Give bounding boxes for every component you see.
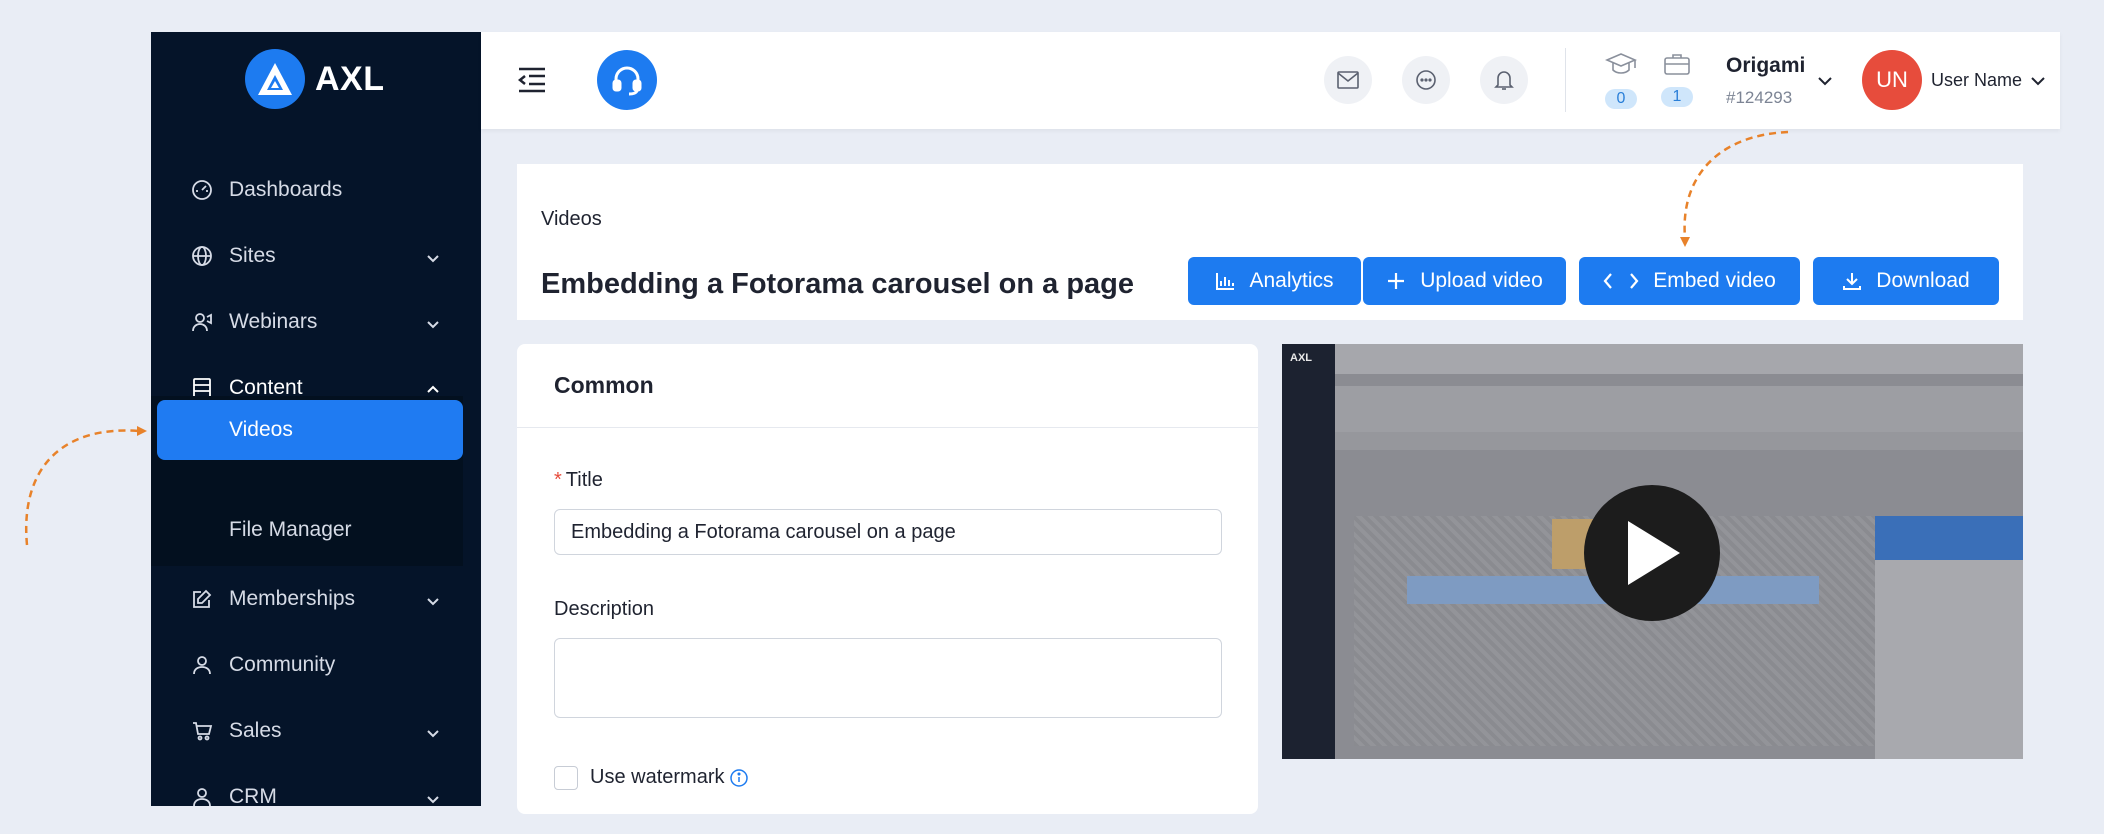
- sidebar-item-label: Community: [229, 653, 336, 676]
- globe-icon: [191, 245, 213, 267]
- headset-support-icon[interactable]: [597, 50, 657, 110]
- embed-video-button[interactable]: Embed video: [1579, 257, 1800, 305]
- chevron-down-icon: [425, 789, 441, 805]
- required-asterisk: *: [554, 469, 562, 491]
- title-input[interactable]: [554, 509, 1222, 555]
- speedometer-icon: [191, 179, 213, 201]
- sidebar-item-crm[interactable]: CRM: [151, 768, 481, 806]
- plus-icon: [1388, 273, 1405, 289]
- sidebar-item-file-manager[interactable]: File Manager: [229, 518, 352, 542]
- sidebar-item-label: Dashboards: [229, 178, 343, 201]
- description-input[interactable]: [554, 638, 1222, 718]
- chevron-down-icon[interactable]: [2029, 72, 2047, 90]
- chat-icon[interactable]: [1402, 56, 1450, 104]
- title-label-text: Title: [565, 469, 603, 491]
- common-settings-card: Common *Title Description Use watermark: [517, 344, 1258, 814]
- code-brackets-icon: [1603, 273, 1639, 289]
- video-thumb-header: [1335, 386, 2023, 432]
- cart-icon: [191, 720, 213, 742]
- sidebar-item-videos[interactable]: Videos: [157, 400, 463, 460]
- sidebar-item-label: Videos: [229, 418, 293, 441]
- video-thumb-tabs: [1335, 432, 2023, 450]
- user-icon: [191, 786, 213, 806]
- sidebar-item-label: Sites: [229, 244, 276, 267]
- sidebar-item-memberships[interactable]: Memberships: [151, 570, 481, 628]
- analytics-label: Analytics: [1249, 269, 1334, 292]
- watermark-label: Use watermark: [590, 766, 725, 788]
- breadcrumb[interactable]: Videos: [541, 208, 602, 231]
- top-bar: 0 1 Origami #124293 UN User Name: [481, 32, 2060, 129]
- cases-counter[interactable]: 1: [1659, 52, 1695, 107]
- embed-video-label: Embed video: [1653, 269, 1776, 292]
- sidebar-item-sales[interactable]: Sales: [151, 702, 481, 760]
- graduation-cap-icon: [1604, 52, 1638, 83]
- page-header: Videos Embedding a Fotorama carousel on …: [517, 164, 2023, 320]
- chevron-down-icon: [425, 591, 441, 607]
- sidebar-item-dashboards[interactable]: Dashboards: [151, 161, 481, 219]
- cases-count-badge: 1: [1661, 87, 1693, 107]
- download-label: Download: [1876, 269, 1970, 292]
- bell-icon[interactable]: [1480, 56, 1528, 104]
- sidebar-item-webinars[interactable]: Webinars: [151, 293, 481, 351]
- brand-logo[interactable]: AXL: [245, 49, 385, 109]
- chevron-down-icon: [425, 314, 441, 330]
- upload-video-button[interactable]: Upload video: [1363, 257, 1566, 305]
- sidebar-item-sites[interactable]: Sites: [151, 227, 481, 285]
- sidebar-item-label: CRM: [229, 785, 277, 806]
- organization-name: Origami: [1726, 54, 1806, 77]
- video-thumb-topbar: [1335, 344, 2023, 374]
- info-icon[interactable]: [730, 769, 748, 787]
- watermark-checkbox[interactable]: [554, 766, 578, 790]
- sidebar-item-community[interactable]: Community: [151, 636, 481, 694]
- download-button[interactable]: Download: [1813, 257, 1999, 305]
- analytics-button[interactable]: Analytics: [1188, 257, 1361, 305]
- page-title: Embedding a Fotorama carousel on a page: [541, 268, 1135, 300]
- chevron-down-icon[interactable]: [1816, 72, 1834, 90]
- brand-name: AXL: [315, 59, 385, 98]
- title-field-label: * Title: [554, 469, 603, 492]
- mail-icon[interactable]: [1324, 56, 1372, 104]
- divider: [1565, 48, 1566, 112]
- collapse-menu-icon[interactable]: [517, 66, 547, 94]
- divider: [517, 427, 1258, 428]
- upload-video-label: Upload video: [1420, 269, 1543, 292]
- description-field-label: Description: [554, 598, 655, 620]
- courses-counter[interactable]: 0: [1603, 52, 1639, 109]
- user-icon: [191, 654, 213, 676]
- webinar-user-icon: [191, 311, 213, 333]
- edit-square-icon: [191, 588, 213, 610]
- sidebar-item-label: Sales: [229, 719, 282, 742]
- user-name[interactable]: User Name: [1931, 70, 2022, 91]
- organization-id: #124293: [1726, 88, 1793, 107]
- courses-count-badge: 0: [1605, 89, 1637, 109]
- chevron-up-icon: [425, 380, 441, 396]
- sidebar-item-label: Memberships: [229, 587, 356, 610]
- video-thumb-settings-header: [1875, 516, 2023, 560]
- section-title: Common: [554, 372, 654, 398]
- sidebar-item-label: Webinars: [229, 310, 318, 333]
- video-player[interactable]: AXL: [1282, 344, 2023, 759]
- organization-switcher[interactable]: Origami #124293: [1726, 54, 1805, 108]
- axl-logo-icon: [245, 49, 305, 109]
- bar-chart-icon: [1216, 273, 1235, 290]
- chevron-down-icon: [425, 248, 441, 264]
- chevron-down-icon: [425, 723, 441, 739]
- briefcase-icon: [1663, 52, 1691, 81]
- sidebar: AXL Dashboards Sites Webinars Content Vi…: [151, 32, 481, 806]
- download-icon: [1843, 273, 1862, 290]
- play-icon[interactable]: [1584, 485, 1720, 621]
- video-thumb-sidebar: [1282, 344, 1335, 759]
- video-thumb-logo: AXL: [1290, 352, 1312, 364]
- avatar[interactable]: UN: [1862, 50, 1922, 110]
